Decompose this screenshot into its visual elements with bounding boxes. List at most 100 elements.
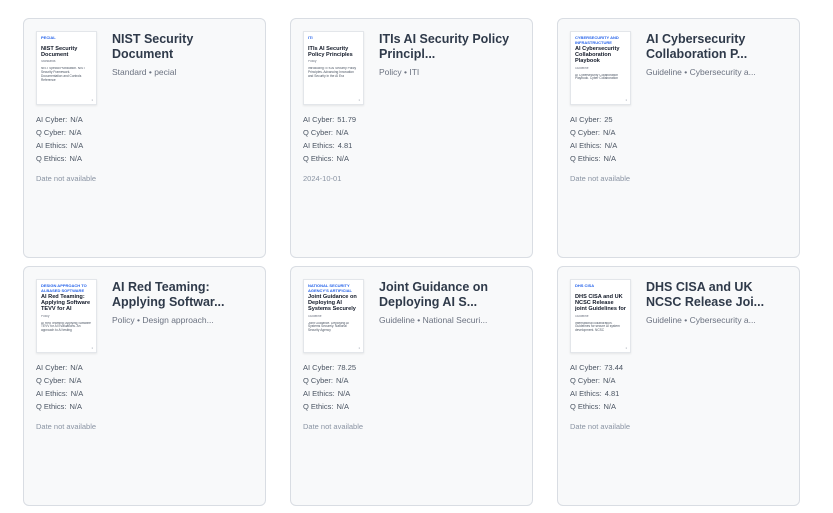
- score-row: Q Ethics: N/A: [36, 152, 253, 165]
- score-list: AI Cyber: N/A Q Cyber: N/A AI Ethics: N/A Q Et…: [36, 361, 253, 413]
- score-value: N/A: [337, 389, 351, 398]
- document-card[interactable]: PECIAL NIST Security Document Standards …: [23, 18, 266, 258]
- document-category: Standard • pecial: [112, 67, 177, 77]
- thumbnail-page-number: 1: [358, 98, 360, 102]
- card-header: National Security Agency's Artificial Jo…: [303, 279, 520, 353]
- document-title[interactable]: AI Cybersecurity Collaboration P...: [646, 32, 787, 62]
- card-meta: AI Red Teaming: Applying Softwar... Poli…: [112, 279, 253, 326]
- card-header: PECIAL NIST Security Document Standards …: [36, 31, 253, 105]
- thumbnail-page-number: 1: [625, 98, 627, 102]
- thumbnail-body: AI Red Teaming: Applying Software TEVV f…: [41, 321, 91, 333]
- score-row: AI Ethics: 4.81: [303, 139, 520, 152]
- card-meta: ITIs AI Security Policy Principl... Poli…: [379, 31, 520, 78]
- score-value: 4.81: [337, 141, 353, 150]
- score-label: Q Ethics:: [36, 154, 67, 163]
- document-title[interactable]: DHS CISA and UK NCSC Release Joi...: [646, 280, 787, 310]
- document-title[interactable]: AI Red Teaming: Applying Softwar...: [112, 280, 253, 310]
- score-label: AI Ethics:: [570, 141, 602, 150]
- document-category: Policy • Design approach...: [112, 315, 214, 325]
- document-date: Date not available: [570, 422, 631, 431]
- score-row: Q Ethics: N/A: [303, 400, 520, 413]
- score-row: Q Ethics: N/A: [36, 400, 253, 413]
- document-category: Guideline • National Securi...: [379, 315, 488, 325]
- score-row: Q Cyber: N/A: [303, 126, 520, 139]
- card-meta: Joint Guidance on Deploying AI S... Guid…: [379, 279, 520, 326]
- score-label: Q Ethics:: [36, 402, 67, 411]
- document-date: 2024-10-01: [303, 174, 342, 183]
- document-category: Guideline • Cybersecurity a...: [646, 315, 756, 325]
- score-row: Q Ethics: N/A: [570, 152, 787, 165]
- score-list: AI Cyber: 51.79 Q Cyber: N/A AI Ethics: 4.81 Q…: [303, 113, 520, 165]
- thumbnail-title: AI Red Teaming: Applying Software TEVV f…: [41, 294, 91, 313]
- score-list: AI Cyber: 25 Q Cyber: N/A AI Ethics: N/A Q Eth…: [570, 113, 787, 165]
- score-value: N/A: [603, 154, 616, 163]
- thumbnail-title: NIST Security Document: [41, 46, 78, 59]
- score-row: AI Ethics: 4.81: [570, 387, 787, 400]
- document-card[interactable]: ITI ITIs AI Security Policy Principles P…: [290, 18, 533, 258]
- score-label: Q Ethics:: [570, 154, 601, 163]
- thumbnail-title: ITIs AI Security Policy Principles: [308, 46, 353, 59]
- score-value: 73.44: [604, 363, 624, 372]
- document-card[interactable]: DHS CISA DHS CISA and UK NCSC Release jo…: [557, 266, 800, 506]
- document-grid: PECIAL NIST Security Document Standards …: [23, 18, 800, 506]
- score-value: N/A: [336, 402, 349, 411]
- document-title[interactable]: NIST Security Document: [112, 32, 253, 62]
- score-label: AI Ethics:: [36, 141, 68, 150]
- document-date: Date not available: [303, 422, 364, 431]
- score-label: Q Cyber:: [570, 376, 601, 385]
- document-card[interactable]: National Security Agency's Artificial Jo…: [290, 266, 533, 506]
- score-label: Q Cyber:: [303, 128, 334, 137]
- score-label: Q Cyber:: [36, 128, 67, 137]
- score-label: AI Cyber:: [570, 115, 602, 124]
- score-row: AI Cyber: 73.44: [570, 361, 787, 374]
- card-header: Cybersecurity and Infrastructure AI Cybe…: [570, 31, 787, 105]
- score-value: 51.79: [337, 115, 357, 124]
- score-row: AI Cyber: 78.25: [303, 361, 520, 374]
- document-thumbnail[interactable]: Design approach to AI-based software AI …: [36, 279, 97, 353]
- score-label: AI Cyber:: [570, 363, 602, 372]
- score-value: N/A: [603, 376, 616, 385]
- thumbnail-subtitle: Guideline: [575, 66, 589, 70]
- document-category: Policy • ITI: [379, 67, 420, 77]
- document-card[interactable]: Cybersecurity and Infrastructure AI Cybe…: [557, 18, 800, 258]
- score-row: Q Cyber: N/A: [570, 374, 787, 387]
- document-title[interactable]: Joint Guidance on Deploying AI S...: [379, 280, 520, 310]
- score-value: N/A: [69, 402, 82, 411]
- score-label: Q Cyber:: [303, 376, 334, 385]
- score-label: AI Ethics:: [303, 389, 335, 398]
- score-label: AI Cyber:: [36, 363, 68, 372]
- score-list: AI Cyber: 73.44 Q Cyber: N/A AI Ethics: 4.81 Q…: [570, 361, 787, 413]
- document-thumbnail[interactable]: DHS CISA DHS CISA and UK NCSC Release jo…: [570, 279, 631, 353]
- score-row: Q Cyber: N/A: [36, 374, 253, 387]
- thumbnail-brand: National Security Agency's Artificial: [308, 284, 352, 293]
- score-value: 25: [604, 115, 613, 124]
- thumbnail-brand: Design approach to AI-based software: [41, 284, 87, 293]
- score-value: N/A: [70, 141, 84, 150]
- document-thumbnail[interactable]: PECIAL NIST Security Document Standards …: [36, 31, 97, 105]
- thumbnail-page-number: 1: [625, 346, 627, 350]
- document-thumbnail[interactable]: Cybersecurity and Infrastructure AI Cybe…: [570, 31, 631, 105]
- document-category: Guideline • Cybersecurity a...: [646, 67, 756, 77]
- score-row: AI Ethics: N/A: [570, 139, 787, 152]
- score-value: N/A: [336, 154, 349, 163]
- score-row: AI Cyber: N/A: [36, 113, 253, 126]
- document-card[interactable]: Design approach to AI-based software AI …: [23, 266, 266, 506]
- document-thumbnail[interactable]: National Security Agency's Artificial Jo…: [303, 279, 364, 353]
- thumbnail-body: International collaboration. Guidelines …: [575, 321, 620, 333]
- thumbnail-brand: ITI: [308, 36, 313, 40]
- thumbnail-body: AI Cybersecurity Collaboration Playbook.…: [575, 73, 619, 81]
- score-label: AI Cyber:: [36, 115, 68, 124]
- document-title[interactable]: ITIs AI Security Policy Principl...: [379, 32, 520, 62]
- score-row: AI Cyber: 51.79: [303, 113, 520, 126]
- card-meta: AI Cybersecurity Collaboration P... Guid…: [646, 31, 787, 78]
- thumbnail-page-number: 1: [91, 346, 93, 350]
- thumbnail-brand: PECIAL: [41, 36, 56, 40]
- card-header: Design approach to AI-based software AI …: [36, 279, 253, 353]
- thumbnail-title: AI Cybersecurity Collaboration Playbook: [575, 46, 620, 65]
- score-value: N/A: [70, 115, 83, 124]
- score-row: AI Ethics: N/A: [36, 139, 253, 152]
- score-value: N/A: [69, 376, 82, 385]
- score-row: Q Cyber: N/A: [36, 126, 253, 139]
- document-thumbnail[interactable]: ITI ITIs AI Security Policy Principles P…: [303, 31, 364, 105]
- score-label: AI Ethics:: [36, 389, 68, 398]
